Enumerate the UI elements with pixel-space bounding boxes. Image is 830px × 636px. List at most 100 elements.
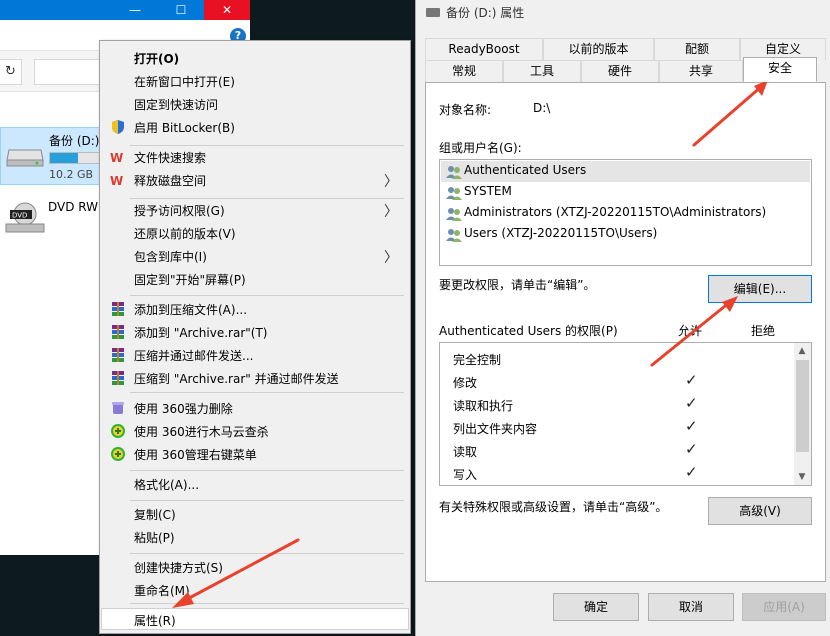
permission-row: 修改 ✓ [441, 370, 793, 393]
permission-name: 读取和执行 [453, 399, 514, 413]
properties-dialog: 备份 (D:) 属性 ReadyBoost 以前的版本 配额 自定义 常规 工具… [415, 0, 830, 636]
context-menu: 打开(O) 在新窗口中打开(E) 固定到快速访问 启用 BitLocker(B) W 文件… [99, 40, 411, 634]
cancel-button[interactable]: 取消 [648, 593, 734, 621]
drive-item-dvd[interactable]: DVD DVD RW [0, 196, 110, 244]
wps-icon: W [110, 174, 123, 188]
group-name: Administrators (XTZJ-20220115TO\Administ… [464, 205, 767, 219]
permissions-listbox[interactable]: ▲ ▼ 完全控制 修改 ✓ 读取和执行 ✓ 列出文件夹内容 ✓ 读取 ✓ 写入 ✓ [439, 342, 812, 486]
menu-item-label: 释放磁盘空间 [134, 174, 207, 188]
svg-text:W: W [110, 174, 123, 188]
close-icon[interactable]: ✕ [204, 0, 250, 20]
svg-text:W: W [110, 151, 123, 165]
menu-item[interactable]: 添加到 "Archive.rar"(T) [102, 321, 408, 343]
ok-button[interactable]: 确定 [553, 593, 639, 621]
menu-item-label: 压缩到 "Archive.rar" 并通过邮件发送 [134, 372, 339, 386]
menu-item[interactable]: 复制(C) [102, 503, 408, 525]
tab-quota[interactable]: 配额 [654, 38, 740, 60]
menu-item[interactable]: W 文件快速搜索 [102, 146, 408, 168]
tab-previous-versions[interactable]: 以前的版本 [543, 38, 654, 60]
menu-separator [130, 295, 404, 296]
permission-name: 写入 [453, 468, 478, 482]
address-bar[interactable] [34, 59, 104, 85]
menu-item-label: 授予访问权限(G) [134, 204, 225, 218]
menu-item[interactable]: 粘贴(P) [102, 526, 408, 548]
menu-item[interactable]: 属性(R) [101, 608, 409, 630]
winrar-icon [112, 302, 124, 316]
advanced-hint: 有关特殊权限或高级设置，请单击“高级”。 [439, 500, 668, 514]
apply-button[interactable]: 应用(A) [742, 593, 826, 621]
group-name: SYSTEM [464, 184, 512, 198]
permissions-scrollbar[interactable]: ▲ ▼ [794, 343, 811, 485]
menu-item[interactable]: 使用 360管理右键菜单 [102, 443, 408, 465]
menu-item-label: 打开(O) [134, 52, 180, 66]
menu-item[interactable]: 压缩到 "Archive.rar" 并通过邮件发送 [102, 367, 408, 389]
scroll-up-icon[interactable]: ▲ [794, 343, 810, 359]
refresh-icon[interactable]: ↻ [0, 59, 22, 85]
menu-separator [130, 603, 404, 604]
permission-row: 完全控制 [441, 347, 793, 370]
groups-listbox[interactable]: Authenticated Users SYSTEM Administrators … [439, 159, 812, 266]
hard-drive-icon [6, 149, 44, 167]
scrollbar-thumb[interactable] [796, 360, 809, 452]
menu-item-label: 创建快捷方式(S) [134, 561, 223, 575]
menu-item-label: 重命名(M) [134, 584, 190, 598]
menu-item[interactable]: 包含到库中(I) 〉 [102, 245, 408, 267]
menu-separator [130, 500, 404, 501]
permission-name: 修改 [453, 376, 478, 390]
menu-item[interactable]: 添加到压缩文件(A)... [102, 298, 408, 320]
menu-item[interactable]: 还原以前的版本(V) [102, 222, 408, 244]
tab-readyboost[interactable]: ReadyBoost [425, 38, 543, 60]
menu-item-label: 固定到"开始"屏幕(P) [134, 273, 246, 287]
menu-item-label: 文件快速搜索 [134, 151, 207, 165]
menu-item[interactable]: W 释放磁盘空间 〉 [102, 169, 408, 191]
menu-item[interactable]: 格式化(A)... [102, 473, 408, 495]
user-group-icon [446, 187, 462, 200]
user-group-icon [446, 229, 462, 242]
menu-item-label: 属性(R) [134, 614, 176, 628]
menu-separator [130, 392, 404, 393]
group-name: Users (XTZJ-20220115TO\Users) [464, 226, 658, 240]
menu-item-label: 复制(C) [134, 508, 176, 522]
group-list-item[interactable]: Administrators (XTZJ-20220115TO\Administ… [441, 203, 810, 224]
tab-sharing[interactable]: 共享 [659, 60, 743, 82]
deny-header: 拒绝 [751, 324, 776, 338]
menu-item[interactable]: 使用 360强力删除 [102, 397, 408, 419]
drive-item-d[interactable]: 备份 (D:) 10.2 GB [0, 127, 110, 185]
menu-item[interactable]: 使用 360进行木马云查杀 [102, 420, 408, 442]
menu-item[interactable]: 固定到"开始"屏幕(P) [102, 268, 408, 290]
menu-item[interactable]: 启用 BitLocker(B) [102, 116, 408, 138]
explorer-titlebar: — ☐ ✕ [0, 0, 250, 20]
menu-item[interactable]: 授予访问权限(G) 〉 [102, 199, 408, 221]
shield-icon [112, 120, 124, 134]
tab-tools[interactable]: 工具 [503, 60, 581, 82]
permission-name: 读取 [453, 445, 478, 459]
menu-item[interactable]: 在新窗口中打开(E) [102, 70, 408, 92]
menu-item-label: 压缩并通过邮件发送... [134, 349, 254, 363]
group-list-item[interactable]: Users (XTZJ-20220115TO\Users) [441, 224, 810, 245]
permission-row: 写入 ✓ [441, 462, 793, 485]
winrar-icon [112, 371, 124, 385]
dialog-title: 备份 (D:) 属性 [446, 6, 525, 20]
allow-header: 允许 [678, 324, 703, 338]
tab-security[interactable]: 安全 [743, 57, 817, 82]
drive-name: 备份 (D:) [49, 134, 100, 148]
menu-item[interactable]: 固定到快速访问 [102, 93, 408, 115]
edit-button[interactable]: 编辑(E)... [708, 275, 812, 303]
group-list-item[interactable]: SYSTEM [441, 182, 810, 203]
svg-text:DVD: DVD [12, 212, 27, 220]
tab-general[interactable]: 常规 [425, 60, 503, 82]
advanced-button[interactable]: 高级(V) [708, 497, 812, 525]
group-list-item[interactable]: Authenticated Users [441, 161, 810, 182]
menu-item[interactable]: 压缩并通过邮件发送... [102, 344, 408, 366]
tab-hardware[interactable]: 硬件 [581, 60, 659, 82]
scroll-down-icon[interactable]: ▼ [794, 469, 810, 485]
drive-size: 10.2 GB [49, 168, 94, 181]
menu-item-label: 粘贴(P) [134, 531, 175, 545]
menu-item[interactable]: 创建快捷方式(S) [102, 556, 408, 578]
maximize-icon[interactable]: ☐ [158, 0, 204, 20]
menu-item[interactable]: 重命名(M) [102, 579, 408, 601]
menu-item[interactable]: 打开(O) [102, 47, 408, 69]
drive-usage-bar [49, 152, 105, 164]
minimize-icon[interactable]: — [112, 0, 158, 20]
allow-check-icon: ✓ [685, 463, 698, 481]
